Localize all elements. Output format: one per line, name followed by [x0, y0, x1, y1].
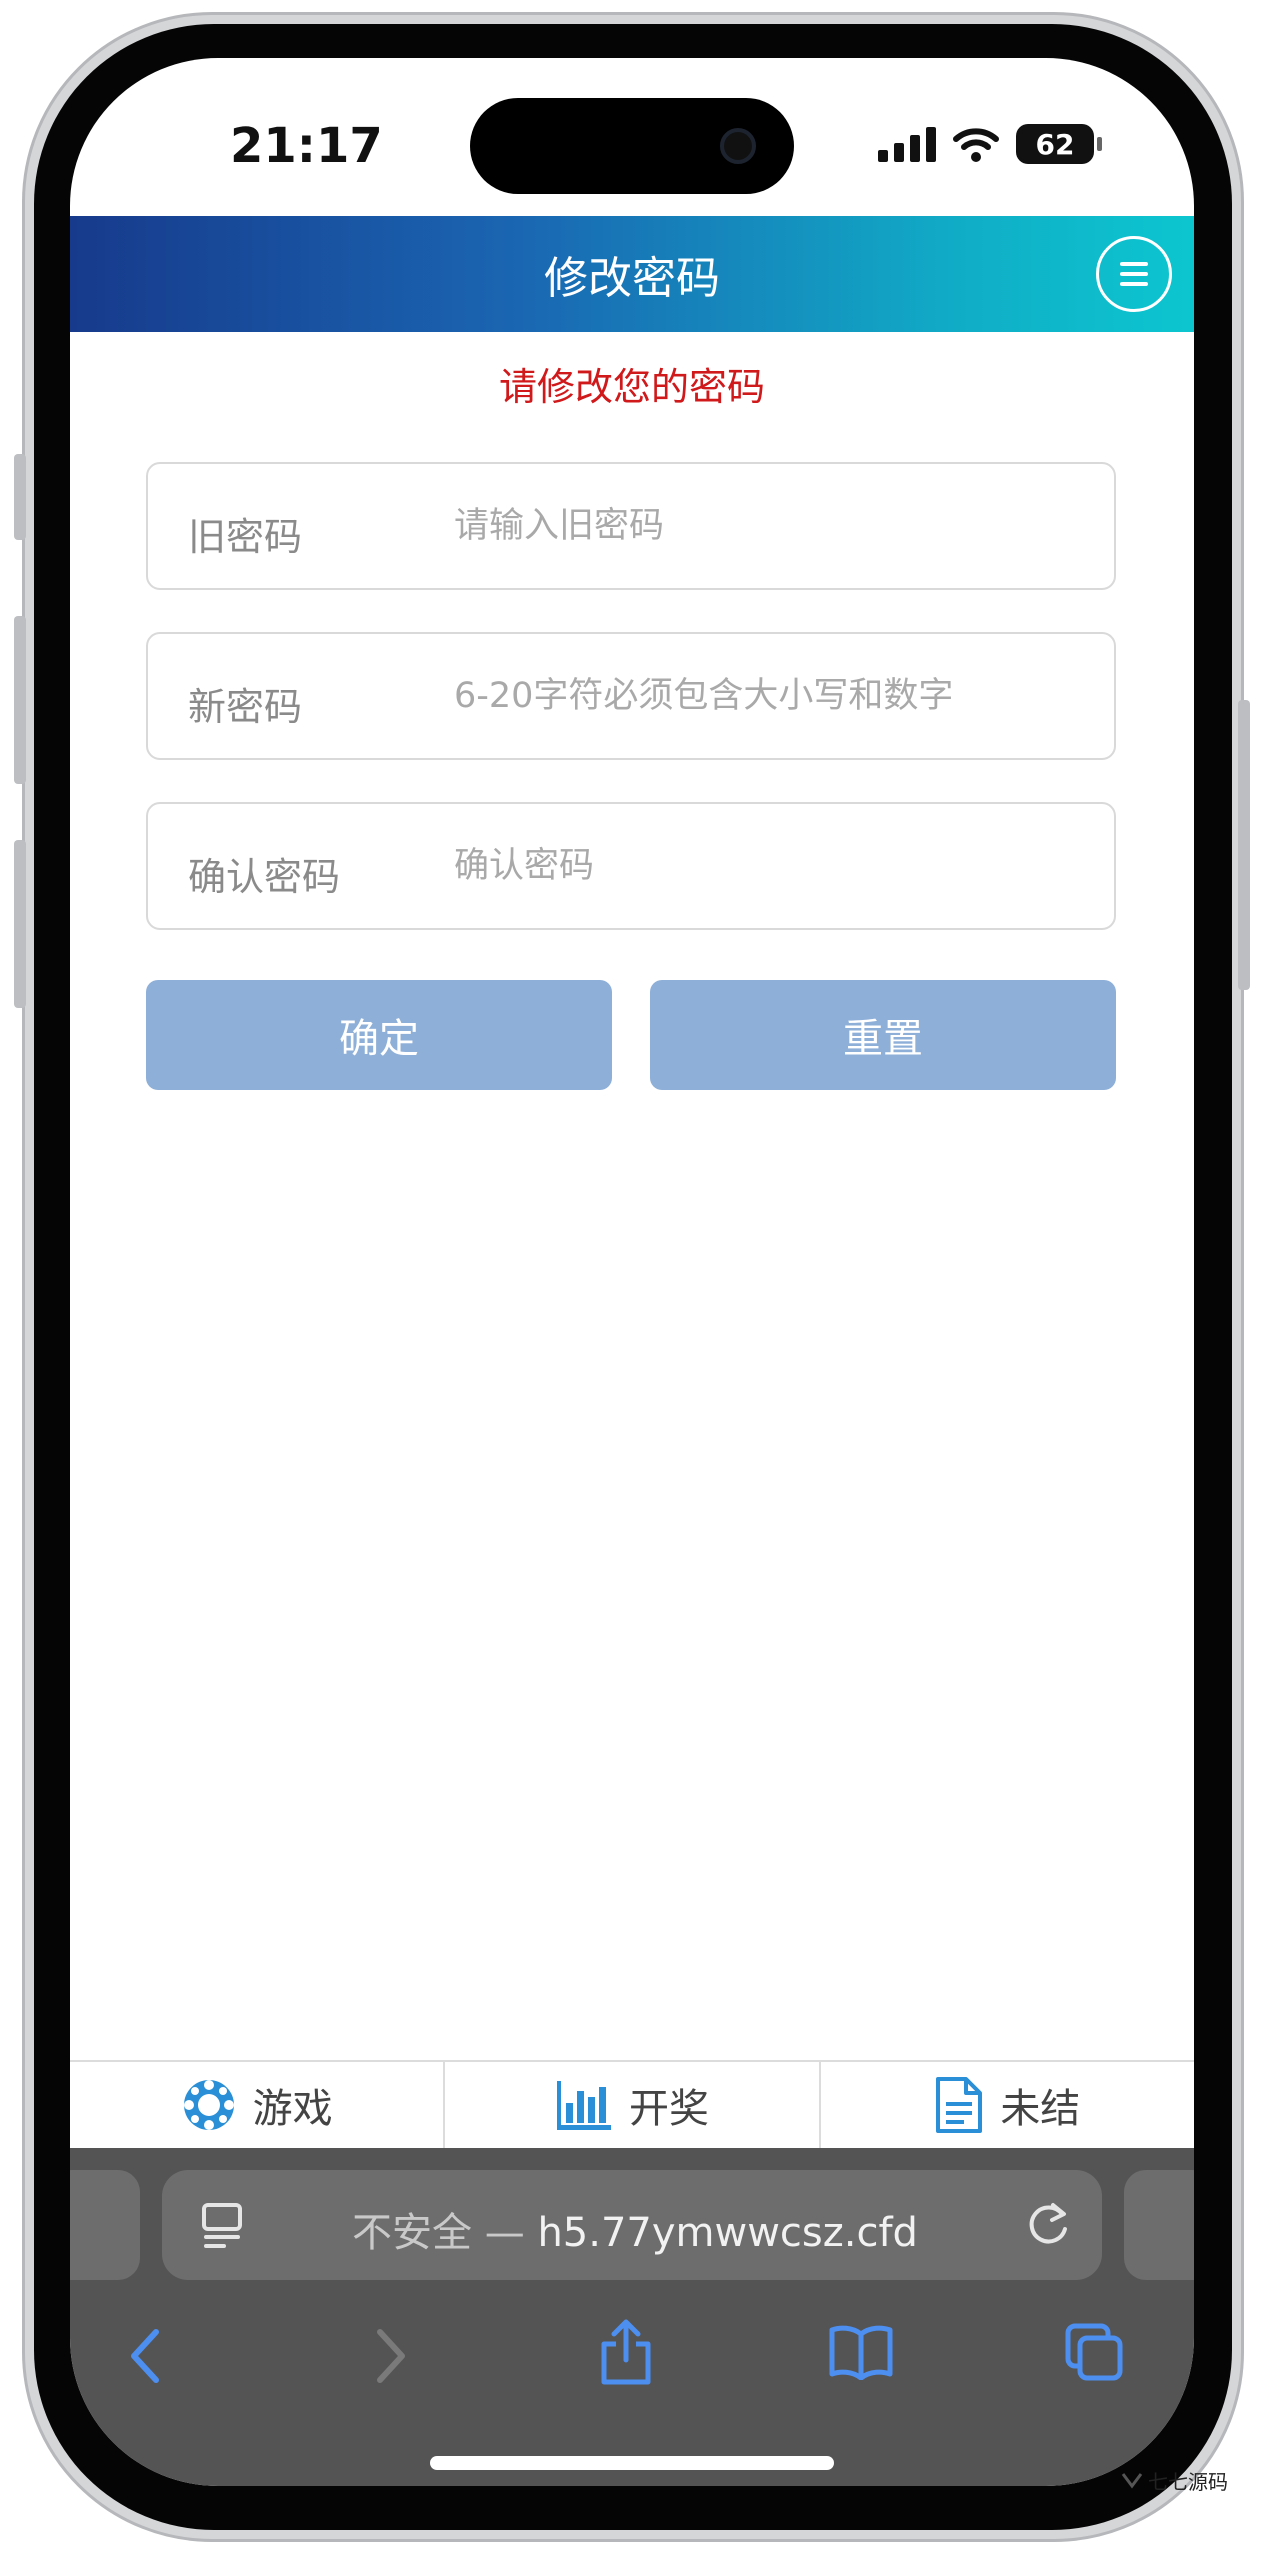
hamburger-icon — [1120, 262, 1148, 266]
watermark: 七七源码 — [1120, 2462, 1250, 2504]
dynamic-island — [470, 98, 794, 194]
document-icon — [936, 2077, 983, 2133]
notice-text: 请修改您的密码 — [498, 365, 765, 409]
tab-unsettled[interactable]: 未结 — [821, 2062, 1194, 2148]
back-icon[interactable] — [126, 2326, 166, 2386]
bookmarks-icon[interactable] — [828, 2324, 894, 2380]
volume-up-button — [14, 616, 26, 784]
volume-down-button — [14, 840, 26, 1008]
new-password-field: 新密码 — [146, 632, 1116, 760]
new-password-label: 新密码 — [188, 685, 303, 729]
screen: 21:17 62 修改密码 请修改您的密码 旧密码 新密码 确认密码 确定 重置… — [70, 58, 1194, 2486]
reload-icon[interactable] — [1024, 2200, 1072, 2250]
power-button — [1238, 700, 1250, 990]
tabs-icon[interactable] — [1064, 2322, 1126, 2384]
bottom-tab-bar: 游戏 开奖 未结 — [70, 2060, 1194, 2148]
tab-games[interactable]: 游戏 — [70, 2062, 446, 2148]
tab-lottery[interactable]: 开奖 — [445, 2062, 821, 2148]
tab-unsettled-label: 未结 — [1000, 2086, 1081, 2132]
bar-chart-icon — [556, 2081, 611, 2130]
url-text: 不安全 — h5.77ymwwcsz.cfd — [352, 2200, 918, 2258]
old-password-input[interactable] — [454, 494, 1094, 558]
browser-nav-row — [70, 2308, 1194, 2408]
browser-toolbar: 不安全 — h5.77ymwwcsz.cfd — [70, 2148, 1194, 2486]
watermark-text: 七七源码 — [1148, 2470, 1228, 2494]
battery-level: 62 — [1035, 127, 1075, 161]
next-tab-preview[interactable] — [1124, 2170, 1194, 2280]
lifebuoy-icon — [183, 2080, 234, 2130]
tab-games-label: 游戏 — [252, 2086, 333, 2132]
old-password-field: 旧密码 — [146, 462, 1116, 590]
wifi-icon — [953, 128, 999, 162]
confirm-password-field: 确认密码 — [146, 802, 1116, 930]
status-indicators: 62 — [878, 122, 1102, 166]
insecure-label: 不安全 — — [352, 2210, 525, 2256]
confirm-password-label: 确认密码 — [188, 855, 341, 899]
new-password-input[interactable] — [454, 664, 1094, 728]
menu-button[interactable] — [1096, 236, 1172, 312]
reset-button[interactable]: 重置 — [650, 980, 1116, 1090]
action-button — [14, 454, 26, 540]
cellular-signal-icon — [878, 126, 936, 162]
confirm-password-input[interactable] — [454, 834, 1094, 898]
camera-icon — [720, 128, 756, 164]
page-title: 修改密码 — [544, 253, 720, 304]
old-password-label: 旧密码 — [188, 515, 303, 559]
previous-tab-preview[interactable] — [70, 2170, 140, 2280]
page-menu-icon[interactable] — [200, 2202, 246, 2250]
url-domain: h5.77ymwwcsz.cfd — [537, 2210, 918, 2256]
watermark-logo-icon — [1121, 2473, 1143, 2489]
status-time: 21:17 — [230, 118, 383, 174]
home-indicator[interactable] — [430, 2456, 834, 2470]
share-icon[interactable] — [598, 2318, 654, 2386]
forward-icon[interactable] — [370, 2326, 410, 2386]
confirm-button[interactable]: 确定 — [146, 980, 612, 1090]
battery-icon: 62 — [1016, 124, 1102, 164]
page-header: 修改密码 — [70, 216, 1194, 332]
tab-lottery-label: 开奖 — [628, 2086, 709, 2132]
address-bar[interactable]: 不安全 — h5.77ymwwcsz.cfd — [162, 2170, 1102, 2280]
